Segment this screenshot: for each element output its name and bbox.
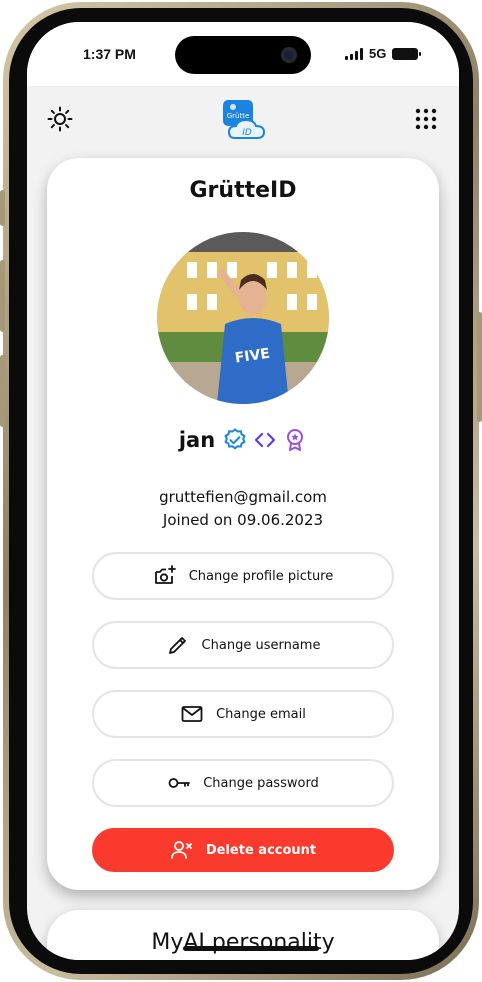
- app-bar: Grütte ID: [27, 86, 459, 154]
- change-password-button[interactable]: Change password: [92, 759, 394, 807]
- camera-add-icon: [154, 565, 176, 584]
- change-email-button[interactable]: Change email: [92, 690, 394, 738]
- joined-date: Joined on 09.06.2023: [162, 511, 324, 529]
- theme-toggle-sun-icon[interactable]: [47, 106, 73, 132]
- pencil-icon: [168, 637, 186, 654]
- home-indicator[interactable]: [183, 946, 319, 951]
- verified-icon: [224, 428, 246, 450]
- delete-account-button[interactable]: Delete account: [92, 828, 394, 872]
- status-indicators: 5G: [345, 46, 422, 61]
- change-username-label: Change username: [201, 637, 321, 653]
- side-button-power: [477, 312, 482, 422]
- remove-user-icon: [170, 841, 192, 859]
- username: jan: [178, 428, 216, 452]
- front-camera: [281, 47, 297, 63]
- award-icon: [287, 429, 304, 451]
- key-icon: [168, 778, 191, 788]
- username-row: jan: [47, 428, 439, 452]
- side-button-action: [0, 190, 5, 226]
- change-email-label: Change email: [216, 706, 306, 722]
- myai-personality-title: MyAI personality: [151, 930, 335, 955]
- mail-icon: [181, 706, 203, 722]
- status-time: 1:37 PM: [83, 46, 136, 62]
- gruette-id-logo: Grütte ID: [223, 100, 266, 139]
- side-button-volume-down: [0, 355, 5, 427]
- code-icon: [255, 432, 276, 448]
- screen: 1:37 PM 5G Grütte ID GrütteID FIVE jan g…: [27, 22, 459, 960]
- network-label: 5G: [369, 46, 387, 61]
- logo-text: Grütte: [227, 112, 250, 120]
- change-password-label: Change password: [203, 775, 319, 791]
- signal-icon: [345, 47, 363, 60]
- change-profile-picture-label: Change profile picture: [188, 568, 334, 584]
- change-username-button[interactable]: Change username: [92, 621, 394, 669]
- dynamic-island: [175, 36, 311, 74]
- side-button-volume-up: [0, 260, 5, 332]
- profile-card: GrütteID FIVE jan gruttefien@gmail.com J…: [47, 158, 439, 890]
- logo-sub-text: ID: [242, 128, 252, 138]
- delete-account-label: Delete account: [205, 842, 317, 858]
- myai-personality-card[interactable]: MyAI personality: [47, 910, 439, 960]
- change-profile-picture-button[interactable]: Change profile picture: [92, 552, 394, 600]
- apps-grid-icon[interactable]: [415, 108, 437, 130]
- card-title: GrütteID: [189, 178, 297, 203]
- profile-avatar[interactable]: FIVE: [157, 232, 329, 404]
- battery-icon: [392, 47, 422, 60]
- user-email: gruttefien@gmail.com: [159, 488, 327, 506]
- status-bar: 1:37 PM 5G: [27, 22, 459, 86]
